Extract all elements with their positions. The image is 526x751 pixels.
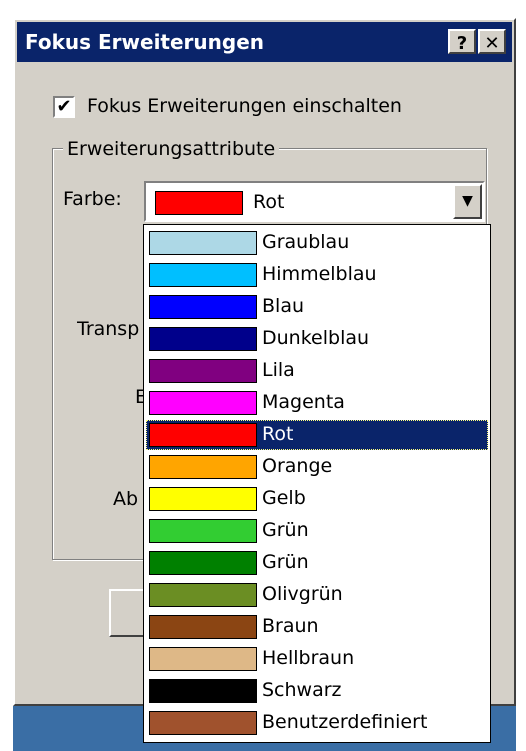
dropdown-item-label: Orange <box>262 455 333 477</box>
dropdown-item[interactable]: Olivgrün <box>146 580 488 610</box>
dropdown-item[interactable]: Blau <box>146 292 488 322</box>
color-swatch <box>149 615 257 639</box>
color-swatch <box>149 295 257 319</box>
dropdown-item-label: Schwarz <box>262 679 342 701</box>
attributes-group-label: Erweiterungsattribute <box>63 138 280 160</box>
window-title: Fokus Erweiterungen <box>25 30 265 54</box>
dropdown-item[interactable]: Orange <box>146 452 488 482</box>
color-combobox[interactable]: Rot ▼ <box>144 181 485 222</box>
enable-checkbox[interactable]: ✔ <box>53 96 75 118</box>
dropdown-item-label: Grün <box>262 551 309 573</box>
dropdown-item[interactable]: Grün <box>146 516 488 546</box>
close-button[interactable]: ✕ <box>478 29 506 54</box>
color-swatch <box>149 359 257 383</box>
dropdown-item-label: Olivgrün <box>262 583 343 605</box>
color-dropdown-list[interactable]: Graublau Himmelblau Blau Dunkelblau Lila Mage… <box>143 224 491 743</box>
color-swatch <box>149 711 257 735</box>
dropdown-item[interactable]: Benutzerdefiniert <box>146 708 488 738</box>
dropdown-item[interactable]: Rot <box>146 420 488 450</box>
dropdown-item[interactable]: Braun <box>146 612 488 642</box>
dropdown-item[interactable]: Hellbraun <box>146 644 488 674</box>
color-swatch <box>149 391 257 415</box>
dropdown-item[interactable]: Dunkelblau <box>146 324 488 354</box>
transparency-label-partial: Transp <box>77 318 140 340</box>
distance-label-partial: Ab <box>113 488 139 510</box>
dropdown-item[interactable]: Lila <box>146 356 488 386</box>
dropdown-item-label: Grün <box>262 519 309 541</box>
dropdown-item[interactable]: Magenta <box>146 388 488 418</box>
farbe-label: Farbe: <box>63 188 122 210</box>
color-swatch <box>149 647 257 671</box>
dropdown-item[interactable]: Schwarz <box>146 676 488 706</box>
combo-value: Rot <box>253 191 285 213</box>
color-swatch <box>149 551 257 575</box>
color-swatch <box>149 231 257 255</box>
color-swatch <box>149 263 257 287</box>
dropdown-item[interactable]: Himmelblau <box>146 260 488 290</box>
combo-color-swatch <box>155 191 243 215</box>
dropdown-item-label: Magenta <box>262 391 345 413</box>
help-button[interactable]: ? <box>448 29 476 54</box>
dropdown-item-label: Benutzerdefiniert <box>262 711 428 733</box>
color-swatch <box>149 583 257 607</box>
dropdown-item-label: Braun <box>262 615 319 637</box>
color-swatch <box>149 487 257 511</box>
dropdown-item[interactable]: Grün <box>146 548 488 578</box>
dropdown-item-label: Himmelblau <box>262 263 377 285</box>
dropdown-item-label: Gelb <box>262 487 306 509</box>
color-swatch <box>149 679 257 703</box>
dropdown-item-label: Rot <box>262 423 294 445</box>
color-swatch <box>149 519 257 543</box>
enable-checkbox-label[interactable]: Fokus Erweiterungen einschalten <box>87 95 402 117</box>
dropdown-item[interactable]: Graublau <box>146 228 488 258</box>
chevron-down-icon[interactable]: ▼ <box>453 184 482 219</box>
color-swatch <box>149 423 257 447</box>
dropdown-item-label: Blau <box>262 295 304 317</box>
dropdown-item-label: Graublau <box>262 231 350 253</box>
dropdown-item-label: Dunkelblau <box>262 327 370 349</box>
color-swatch <box>149 327 257 351</box>
dropdown-item[interactable]: Gelb <box>146 484 488 514</box>
color-swatch <box>149 455 257 479</box>
dropdown-item-label: Lila <box>262 359 295 381</box>
title-bar[interactable]: Fokus Erweiterungen ? ✕ <box>17 22 512 62</box>
dropdown-item-label: Hellbraun <box>262 647 355 669</box>
